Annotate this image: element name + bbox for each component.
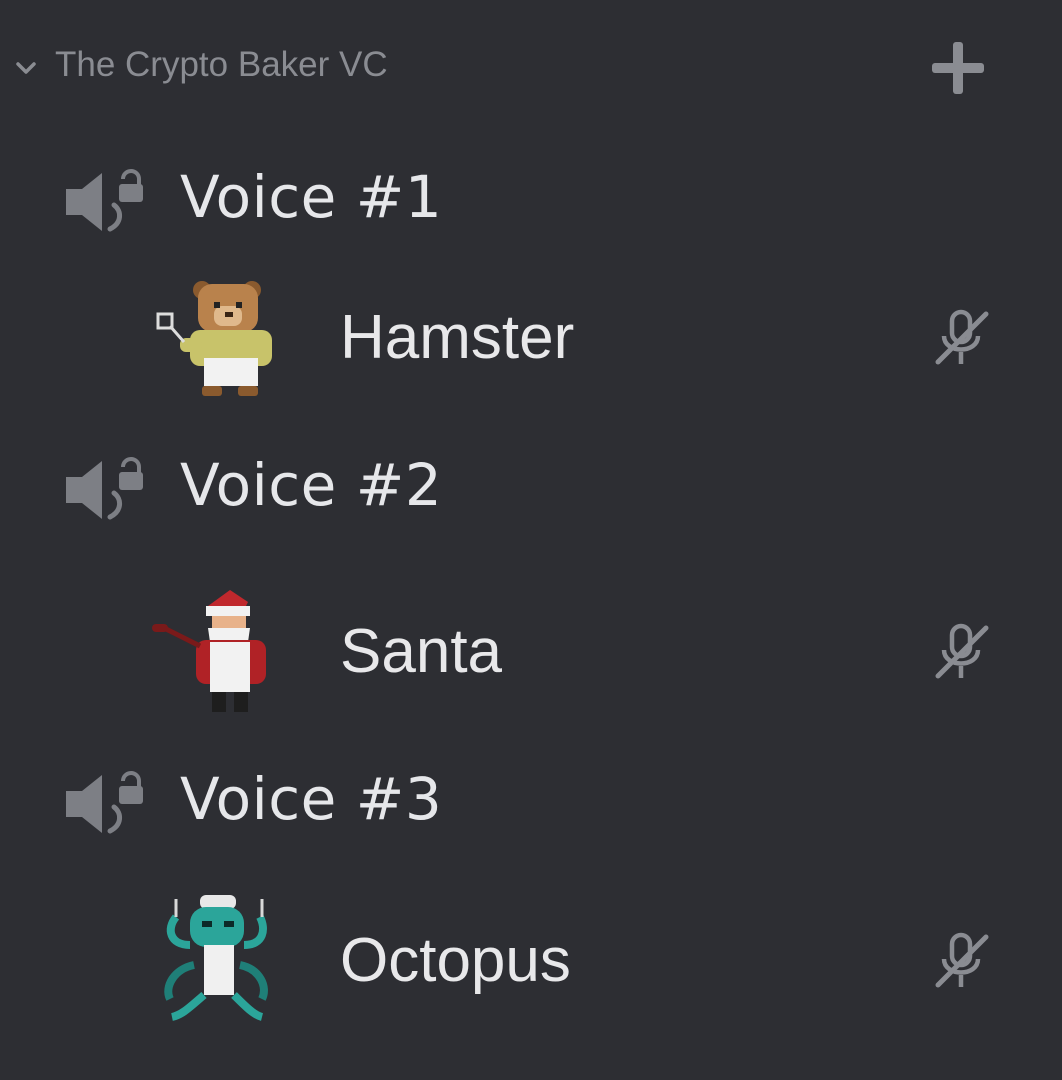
voice-channel-3[interactable]: Voice #3: [0, 757, 1062, 837]
channel-name: Voice #2: [180, 451, 443, 519]
santa-baker-avatar: [152, 590, 266, 712]
locked-speaker-icon: [66, 169, 143, 232]
username: Octopus: [340, 926, 571, 995]
channel-name: Voice #1: [180, 163, 443, 231]
voice-channel-1[interactable]: Voice #1: [0, 155, 1062, 235]
mic-muted-icon: [935, 309, 989, 365]
hamster-baker-avatar: [156, 281, 272, 396]
channel-name: Voice #3: [180, 765, 443, 833]
username: Santa: [340, 617, 503, 686]
voice-user-hamster[interactable]: Hamster: [0, 272, 1062, 402]
voice-channel-2[interactable]: Voice #2: [0, 443, 1062, 523]
category-header[interactable]: The Crypto Baker VC: [0, 30, 1062, 106]
mic-muted-icon: [935, 932, 989, 988]
chevron-down-icon[interactable]: [12, 54, 40, 82]
plus-icon[interactable]: [924, 34, 992, 102]
username: Hamster: [340, 303, 575, 372]
voice-user-santa[interactable]: Santa: [0, 586, 1062, 716]
locked-speaker-icon: [66, 771, 143, 834]
octopus-baker-avatar: [164, 895, 268, 1021]
locked-speaker-icon: [66, 457, 143, 520]
category-name: The Crypto Baker VC: [55, 45, 388, 84]
voice-user-octopus[interactable]: Octopus: [0, 895, 1062, 1025]
mic-muted-icon: [935, 623, 989, 679]
